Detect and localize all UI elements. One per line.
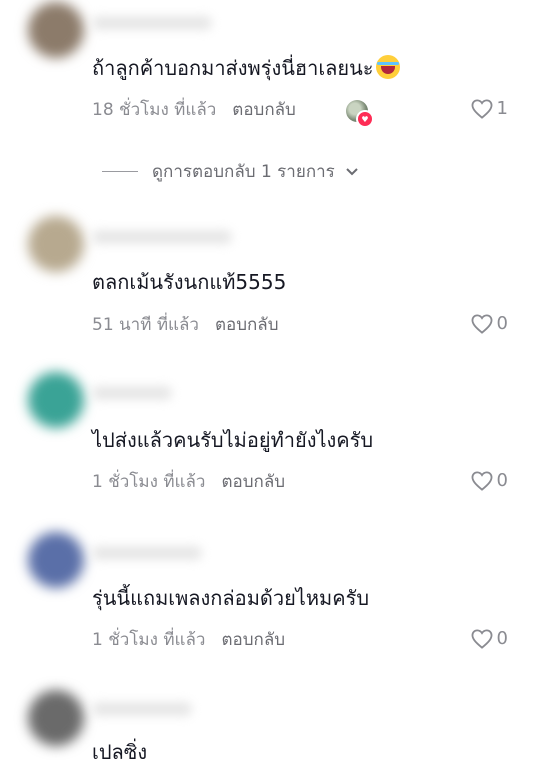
avatar[interactable] (28, 216, 84, 272)
like-button[interactable]: 0 (471, 313, 508, 334)
comment-text: ไปส่งแล้วคนรับไม่อยู่ทำยังไงครับ (92, 428, 374, 452)
comment-meta: 18 ชั่วโมง ที่แล้ว ตอบกลับ (92, 98, 296, 122)
username-blurred[interactable] (92, 702, 192, 716)
username-blurred[interactable] (92, 16, 212, 30)
like-button[interactable]: 0 (471, 470, 508, 491)
username-blurred[interactable] (92, 386, 172, 400)
view-replies-button[interactable]: ดูการตอบกลับ 1 รายการ (102, 158, 359, 185)
avatar[interactable] (28, 372, 84, 428)
comment-meta: 1 ชั่วโมง ที่แล้ว ตอบกลับ (92, 628, 285, 652)
comment-text: ถ้าลูกค้าบอกมาส่งพรุ่งนี่ฮาเลยนะ (92, 54, 400, 82)
like-count: 0 (496, 470, 508, 491)
creator-liked-badge: ♥ (346, 100, 374, 128)
chevron-down-icon (346, 167, 358, 175)
comment-time: 18 ชั่วโมง ที่แล้ว (92, 100, 217, 120)
like-count: 0 (496, 313, 508, 334)
heart-outline-icon (471, 313, 493, 334)
heart-outline-icon (471, 98, 493, 119)
like-button[interactable]: 0 (471, 628, 508, 649)
username-blurred[interactable] (92, 230, 232, 244)
reply-button[interactable]: ตอบกลับ (221, 472, 285, 492)
comment-meta: 1 ชั่วโมง ที่แล้ว ตอบกลับ (92, 470, 285, 494)
heart-outline-icon (471, 470, 493, 491)
reply-button[interactable]: ตอบกลับ (215, 315, 279, 335)
avatar[interactable] (28, 532, 84, 588)
heart-outline-icon (471, 628, 493, 649)
username-blurred[interactable] (92, 546, 202, 560)
heart-filled-icon: ♥ (356, 110, 374, 128)
comment-text: รุ่นนี้แถมเพลงกล่อมด้วยไหมครับ (92, 586, 370, 610)
reply-button[interactable]: ตอบกลับ (221, 630, 285, 650)
comment-text: เปลซิ่ง (92, 740, 148, 764)
avatar[interactable] (28, 690, 84, 746)
comment-time: 1 ชั่วโมง ที่แล้ว (92, 630, 206, 650)
laughing-emoji-icon (375, 55, 400, 79)
view-replies-label: ดูการตอบกลับ 1 รายการ (152, 162, 335, 182)
avatar[interactable] (28, 2, 84, 58)
like-button[interactable]: 1 (471, 98, 508, 119)
comment-text: ตลกเม้นรังนกแท้5555 (92, 270, 287, 294)
reply-button[interactable]: ตอบกลับ (232, 100, 296, 120)
comment-time: 51 นาที ที่แล้ว (92, 315, 199, 335)
divider-line (102, 171, 138, 172)
comment-meta: 51 นาที ที่แล้ว ตอบกลับ (92, 313, 279, 337)
like-count: 0 (496, 628, 508, 649)
comment-text-content: ถ้าลูกค้าบอกมาส่งพรุ่งนี่ฮาเลยนะ (92, 56, 374, 80)
comment-time: 1 ชั่วโมง ที่แล้ว (92, 472, 206, 492)
like-count: 1 (496, 98, 508, 119)
